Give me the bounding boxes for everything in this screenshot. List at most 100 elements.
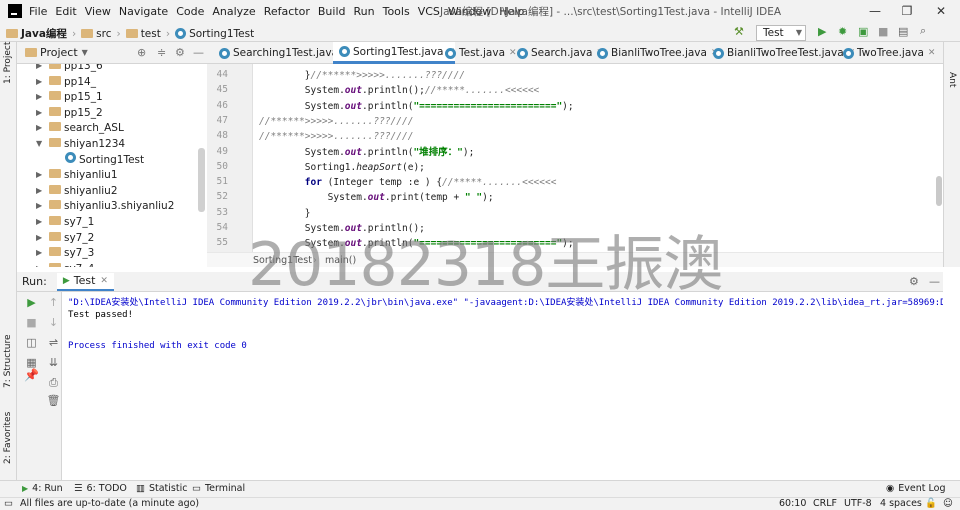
tree-item[interactable]: ▶ pp14_ [36, 74, 96, 90]
chevron-right-icon[interactable]: ▶ [36, 167, 42, 183]
project-panel-title[interactable]: Project [40, 46, 78, 59]
chevron-right-icon[interactable]: ▶ [36, 245, 42, 261]
project-tool-button[interactable]: 1: Project [3, 42, 13, 84]
tool-tab-terminal[interactable]: ▭ Terminal [192, 483, 245, 494]
menu-tools[interactable]: Tools [383, 5, 410, 18]
build-hammer-icon[interactable]: ⚒ [734, 25, 744, 38]
debug-icon[interactable]: ✹ [838, 25, 847, 38]
collapse-icon[interactable]: ≑ [157, 46, 166, 59]
crumb-project[interactable]: Java编程 [21, 26, 67, 41]
class-icon [445, 47, 456, 59]
tree-item[interactable]: ▶ shiyanliu1 [36, 167, 118, 183]
editor-tab[interactable]: TwoTree.java ✕ [837, 42, 935, 64]
chevron-right-icon[interactable]: ▶ [36, 120, 42, 136]
close-icon[interactable]: ✕ [100, 276, 108, 286]
editor-breadcrumb-method[interactable]: main() [325, 255, 356, 266]
class-icon [339, 46, 350, 57]
tree-item[interactable]: ▶ shiyanliu2 [36, 183, 118, 199]
tree-item[interactable]: ▶ shiyanliu3.shiyanliu2 [36, 198, 174, 214]
indent-setting[interactable]: 4 spaces [880, 498, 922, 510]
tree-item[interactable]: ▶ sy7_4 [36, 261, 94, 267]
menu-navigate[interactable]: Navigate [119, 5, 168, 18]
chevron-right-icon[interactable]: ▶ [36, 89, 42, 105]
code-token: "堆排序：" [413, 146, 463, 158]
tree-item[interactable]: ▶ pp13_6 [36, 64, 103, 74]
chevron-down-icon[interactable]: ▼ [82, 48, 88, 57]
chevron-down-icon[interactable]: ▼ [36, 136, 42, 152]
locate-icon[interactable]: ⊕ [137, 46, 146, 59]
chevron-right-icon[interactable]: ▶ [36, 183, 42, 199]
tool-tab-todo[interactable]: ☰ 6: TODO [74, 483, 127, 494]
editor-breadcrumb-bar: Sorting1Test › main() [207, 252, 943, 267]
coverage-icon[interactable]: ▣ [858, 25, 868, 38]
editor-tab[interactable]: BianliTwoTree.java✕ [591, 42, 719, 64]
editor-tab[interactable]: Test.java ✕ [439, 42, 517, 64]
menu-run[interactable]: Run [354, 5, 375, 18]
gear-icon[interactable]: ⚙ [909, 275, 919, 288]
event-log-button[interactable]: ◉ Event Log [886, 483, 946, 494]
menu-refactor[interactable]: Refactor [264, 5, 310, 18]
search-icon[interactable]: ⌕ [920, 24, 926, 38]
menu-build[interactable]: Build [318, 5, 346, 18]
minimize-button[interactable]: — [860, 2, 890, 20]
caret-position[interactable]: 60:10 [779, 498, 806, 510]
tree-item[interactable]: ▶ pp15_2 [36, 105, 103, 121]
tree-item[interactable]: ▶ search_ASL [36, 120, 124, 136]
tool-tab-run[interactable]: ▶ 4: Run [22, 483, 63, 494]
code-editor[interactable]: }//******>>>>>.......???//// System.out.… [253, 64, 943, 252]
editor-tab[interactable]: Sorting1Test.java✕ [333, 42, 456, 64]
status-toggle-icon[interactable]: ▭ [4, 498, 13, 510]
chevron-right-icon[interactable]: ▶ [36, 230, 42, 246]
editor-scrollbar[interactable] [936, 176, 942, 206]
crumb-class[interactable]: Sorting1Test [189, 28, 254, 40]
run-tab-test[interactable]: ▶ Test ✕ [56, 272, 114, 291]
chevron-right-icon[interactable]: ▶ [36, 261, 42, 267]
project-panel-header: Project ▼ ⊕ ≑ ⚙ — [17, 42, 207, 64]
menu-view[interactable]: View [85, 5, 111, 18]
menu-vcs[interactable]: VCS [418, 5, 440, 18]
console-output[interactable]: "D:\IDEA安装处\IntelliJ IDEA Community Edit… [62, 292, 943, 480]
menu-code[interactable]: Code [176, 5, 204, 18]
ant-tool-button[interactable]: Ant [947, 72, 957, 87]
tree-item[interactable]: ▶ sy7_2 [36, 230, 94, 246]
project-scrollbar[interactable] [198, 148, 205, 212]
gear-icon[interactable]: ⚙ [175, 46, 185, 59]
editor-tab[interactable]: Searching1Test.java✕ [213, 42, 350, 64]
file-encoding[interactable]: UTF-8 [844, 498, 872, 510]
menu-analyze[interactable]: Analyze [212, 5, 255, 18]
tree-item[interactable]: ▶ sy7_3 [36, 245, 94, 261]
stop-icon[interactable]: ■ [878, 25, 888, 38]
code-token: System. [259, 223, 345, 234]
tree-item[interactable]: ▶ pp15_1 [36, 89, 103, 105]
chevron-right-icon[interactable]: ▶ [36, 198, 42, 214]
line-separator[interactable]: CRLF [813, 498, 837, 510]
chevron-right-icon[interactable]: ▶ [36, 74, 42, 90]
run-tab-label: Test [73, 274, 96, 287]
chevron-right-icon[interactable]: ▶ [36, 214, 42, 230]
hide-icon[interactable]: — [929, 275, 940, 288]
close-icon[interactable]: ✕ [928, 48, 936, 58]
menu-file[interactable]: File [29, 5, 47, 18]
lock-icon[interactable]: 🔓 [925, 498, 937, 510]
tree-item-label: pp15_2 [64, 106, 103, 119]
tree-item[interactable]: ▶ sy7_1 [36, 214, 94, 230]
editor-tab[interactable]: BianliTwoTreeTest.java✕ [707, 42, 855, 64]
menu-edit[interactable]: Edit [55, 5, 76, 18]
inspector-icon[interactable]: ☺ [943, 498, 953, 510]
maximize-button[interactable]: ❐ [892, 2, 922, 20]
chevron-right-icon[interactable]: ▶ [36, 64, 42, 74]
crumb-test[interactable]: test [141, 28, 161, 40]
tree-item[interactable]: Sorting1Test [65, 151, 144, 168]
run-icon[interactable]: ▶ [818, 25, 826, 38]
event-log-label: Event Log [898, 483, 946, 494]
tree-item[interactable]: ▼ shiyan1234 [36, 136, 125, 152]
project-structure-icon[interactable]: ▤ [898, 25, 908, 38]
hide-icon[interactable]: — [193, 46, 204, 59]
run-config-select[interactable]: Test ▼ [756, 25, 806, 41]
chevron-right-icon[interactable]: ▶ [36, 105, 42, 121]
favorites-tool-button[interactable]: 2: Favorites [3, 412, 13, 464]
crumb-src[interactable]: src [96, 28, 111, 40]
close-button[interactable]: ✕ [926, 2, 956, 20]
editor-breadcrumb-class[interactable]: Sorting1Test [253, 255, 312, 266]
tool-tab-statistic[interactable]: ▥ Statistic [136, 483, 187, 494]
